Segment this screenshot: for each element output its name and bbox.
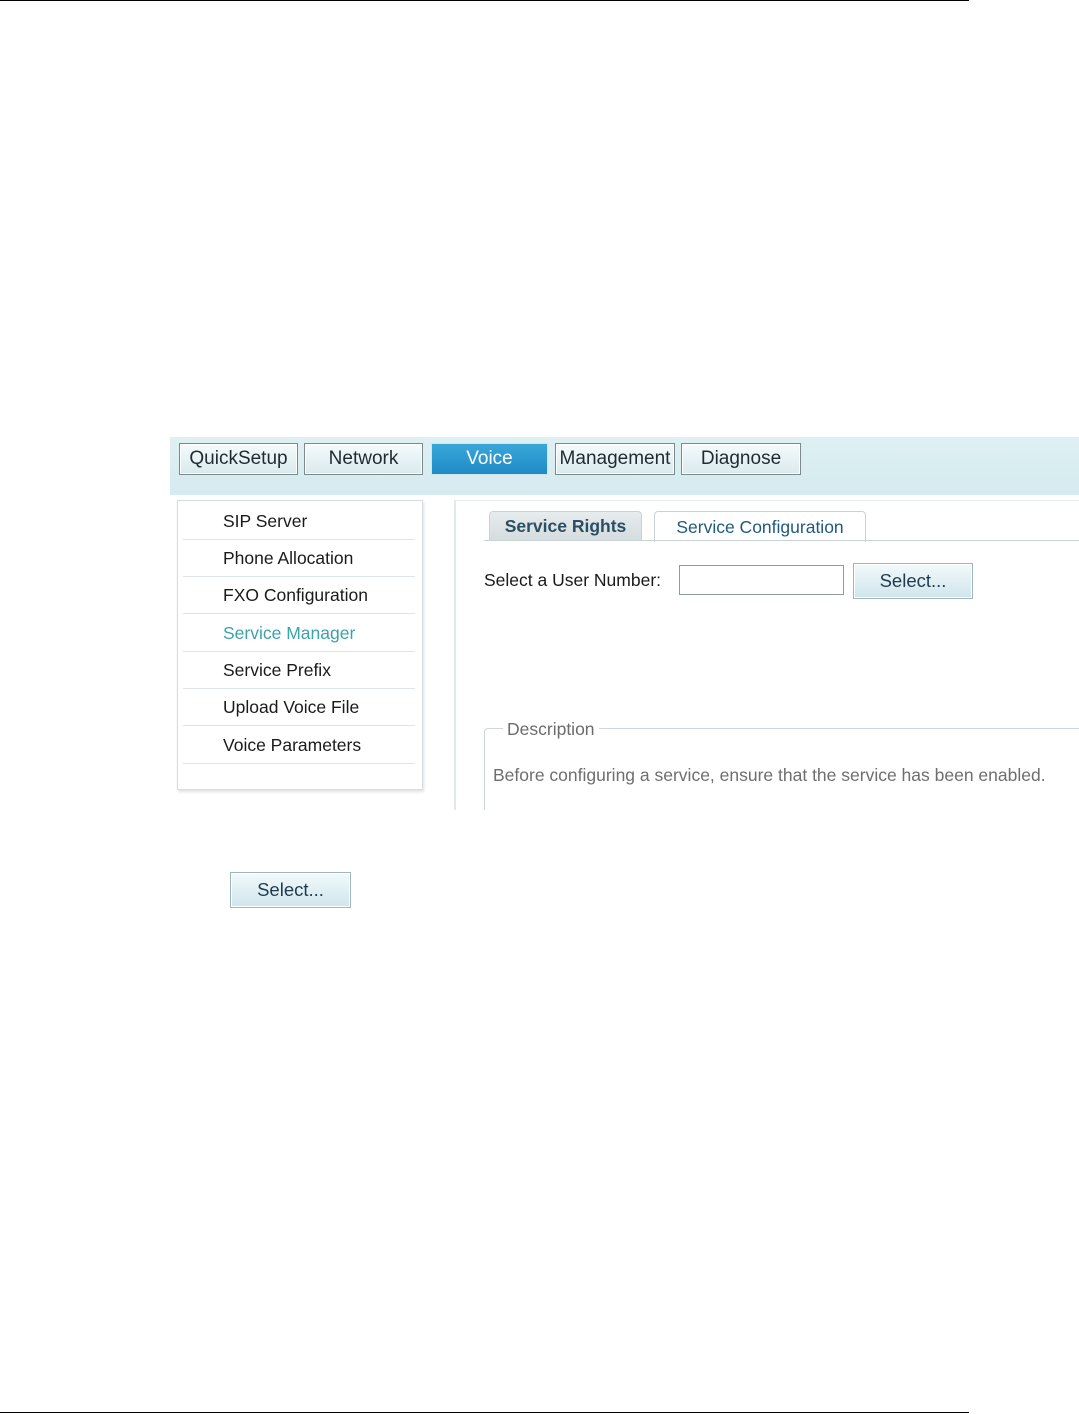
sidebar-item-voice-parameters[interactable]: Voice Parameters: [183, 727, 415, 764]
voice-sidebar-menu: SIP Server Phone Allocation FXO Configur…: [177, 500, 423, 790]
sidebar-item-phone-allocation[interactable]: Phone Allocation: [183, 540, 415, 577]
sidebar-item-service-prefix[interactable]: Service Prefix: [183, 652, 415, 689]
description-text: Before configuring a service, ensure tha…: [493, 765, 1046, 785]
tab-service-rights[interactable]: Service Rights: [489, 511, 642, 541]
subtab-baseline: [484, 540, 1079, 541]
page-bottom-rule: [0, 1412, 969, 1413]
select-button[interactable]: Select...: [230, 872, 351, 908]
nav-tab-voice[interactable]: Voice: [431, 443, 548, 475]
nav-tab-diagnose[interactable]: Diagnose: [681, 443, 801, 475]
sidebar-item-sip-server[interactable]: SIP Server: [183, 503, 415, 540]
top-navigation-bar: QuickSetup Network Voice Management Diag…: [170, 437, 1079, 495]
web-config-ui: QuickSetup Network Voice Management Diag…: [170, 437, 1079, 810]
user-number-label: Select a User Number:: [484, 570, 662, 590]
select-user-number-button[interactable]: Select...: [853, 563, 973, 599]
nav-tab-management[interactable]: Management: [555, 443, 675, 475]
user-number-input[interactable]: [679, 565, 844, 595]
sidebar-item-upload-voice-file[interactable]: Upload Voice File: [183, 689, 415, 726]
nav-tab-network[interactable]: Network: [304, 443, 423, 475]
sidebar-item-fxo-configuration[interactable]: FXO Configuration: [183, 577, 415, 614]
panel-top-border: [456, 500, 1079, 501]
tab-service-configuration[interactable]: Service Configuration: [654, 511, 866, 542]
nav-tab-quicksetup[interactable]: QuickSetup: [179, 443, 298, 475]
sidebar-item-service-manager[interactable]: Service Manager: [183, 615, 415, 652]
description-legend: Description: [503, 719, 599, 740]
panel-divider: [454, 500, 456, 810]
page-top-rule: [0, 0, 969, 1]
